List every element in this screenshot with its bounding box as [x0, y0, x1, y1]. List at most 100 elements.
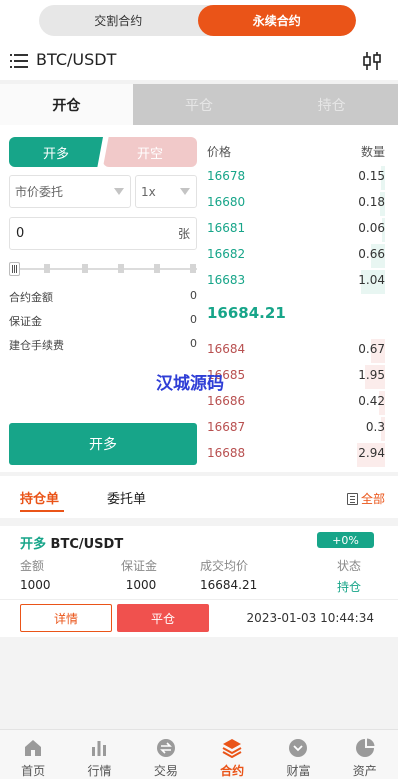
pair-title[interactable]: BTC/USDT: [36, 50, 116, 69]
slider-track: [9, 268, 197, 270]
sell-price: 16687: [207, 420, 246, 434]
position-margin: 保证金 1000: [121, 557, 157, 592]
last-price: 16684.21: [207, 304, 286, 322]
nav-market[interactable]: 行情: [66, 730, 132, 779]
watermark-text: 汉城源码: [156, 374, 224, 394]
trade-mode-tabs: 开仓 平仓 持仓: [0, 84, 398, 125]
detail-button[interactable]: 详情: [20, 604, 112, 632]
nav-assets[interactable]: 资产: [332, 730, 398, 779]
buy-qty: 0.15: [358, 169, 385, 183]
nav-label: 合约: [220, 764, 245, 778]
margin-label: 保证金: [121, 559, 158, 573]
margin-row: 保证金 0: [9, 313, 197, 329]
sell-qty: 1.95: [358, 368, 385, 382]
tab-close[interactable]: 平仓: [133, 84, 266, 125]
menu-icon[interactable]: [10, 54, 28, 68]
buy-qty: 1.04: [358, 273, 385, 287]
layers-icon: [222, 739, 242, 758]
bar-chart-icon: [92, 741, 107, 756]
orderbook-sell-row[interactable]: 16688 2.94: [207, 443, 385, 467]
buy-qty: 0.18: [358, 195, 385, 209]
close-position-button[interactable]: 平仓: [117, 604, 209, 632]
tab-open[interactable]: 开仓: [0, 84, 133, 125]
quantity-slider[interactable]: [9, 262, 197, 276]
tab-position-orders[interactable]: 持仓单: [20, 488, 59, 507]
leverage-select[interactable]: 1x: [135, 175, 197, 208]
orderbook-qty-header: 数量: [360, 145, 385, 159]
buy-price: 16683: [207, 273, 246, 287]
perpetual-contract-tab[interactable]: 永续合约: [197, 5, 356, 36]
nav-contract[interactable]: 合约: [199, 730, 265, 779]
slider-mark: [154, 264, 160, 273]
orderbook-buy-row[interactable]: 16682 0.66: [207, 244, 385, 268]
slider-handle[interactable]: [9, 262, 20, 276]
sell-qty: 2.94: [358, 446, 385, 460]
pie-icon: [355, 738, 375, 757]
order-list-tabs: 持仓单 委托单 全部: [0, 476, 398, 516]
sell-qty: 0.42: [358, 394, 385, 408]
fee-value: 0: [190, 337, 197, 350]
position-time: 2023-01-03 10:44:34: [246, 611, 374, 625]
home-icon: [25, 740, 42, 756]
order-type-value: 市价委托: [15, 185, 64, 199]
quantity-input[interactable]: [16, 226, 166, 241]
orderbook-sell-row[interactable]: 16685 1.95: [207, 365, 385, 389]
buy-price: 16681: [207, 221, 246, 235]
submit-open-long-button[interactable]: 开多: [9, 423, 197, 465]
active-tab-underline: [20, 510, 64, 512]
caret-down-icon: [114, 188, 124, 195]
pnl-badge: +0%: [317, 532, 374, 548]
open-short-button[interactable]: 开空: [103, 137, 197, 167]
nav-trade[interactable]: 交易: [133, 730, 199, 779]
position-amount: 金额 1000: [20, 557, 51, 592]
margin-value: 1000: [125, 578, 157, 592]
sell-price: 16686: [207, 394, 246, 408]
candlestick-settings-icon[interactable]: [362, 51, 382, 71]
contract-type-switch: 交割合约 永续合约: [39, 5, 356, 36]
orderbook-buy-row[interactable]: 16678 0.15: [207, 166, 385, 190]
amount-value: 1000: [20, 578, 51, 592]
orderbook-sell-row[interactable]: 16687 0.3: [207, 417, 385, 441]
contract-amount-row: 合约金额 0: [9, 289, 197, 305]
nav-label: 财富: [286, 764, 311, 778]
sell-price: 16684: [207, 342, 246, 356]
nav-home[interactable]: 首页: [0, 730, 66, 779]
status-value: 持仓: [337, 580, 362, 594]
delivery-contract-tab[interactable]: 交割合约: [39, 5, 198, 36]
nav-label: 首页: [21, 764, 46, 778]
contract-amount-label: 合约金额: [9, 291, 53, 304]
buy-price: 16682: [207, 247, 246, 261]
status-label: 状态: [337, 559, 362, 573]
view-all-link[interactable]: 全部: [346, 490, 385, 507]
position-direction: 开多: [20, 537, 47, 552]
quantity-field: 张: [9, 217, 197, 250]
buy-price: 16678: [207, 169, 246, 183]
quantity-unit: 张: [177, 227, 190, 241]
orderbook-buy-row[interactable]: 16681 0.06: [207, 218, 385, 242]
card-divider: [0, 599, 398, 600]
open-long-button[interactable]: 开多: [9, 137, 103, 167]
buy-qty: 0.66: [358, 247, 385, 261]
empty-area: [0, 637, 398, 729]
position-status: 状态 持仓: [337, 557, 361, 595]
nav-label: 交易: [153, 764, 178, 778]
contract-amount-value: 0: [190, 289, 197, 302]
leverage-value: 1x: [141, 184, 156, 199]
orderbook-buy-row[interactable]: 16680 0.18: [207, 192, 385, 216]
slider-mark: [190, 264, 196, 273]
caret-down-icon: [180, 188, 190, 195]
nav-label: 行情: [87, 764, 112, 778]
buy-price: 16680: [207, 195, 246, 209]
sell-qty: 0.3: [365, 420, 385, 434]
tab-positions[interactable]: 持仓: [265, 84, 398, 125]
bottom-nav: 首页 行情 交易 合约 财富 资产: [0, 729, 398, 779]
order-type-select[interactable]: 市价委托: [9, 175, 131, 208]
orderbook-sell-row[interactable]: 16686 0.42: [207, 391, 385, 415]
position-avg-price: 成交均价 16684.21: [200, 557, 257, 592]
orderbook-buy-row[interactable]: 16683 1.04: [207, 270, 385, 294]
orderbook-price-header: 价格: [207, 145, 232, 159]
nav-wealth[interactable]: 财富: [265, 730, 331, 779]
tab-entrusted-orders[interactable]: 委托单: [107, 488, 146, 507]
orderbook-sell-row[interactable]: 16684 0.67: [207, 339, 385, 363]
fee-label: 建仓手续费: [9, 339, 64, 352]
